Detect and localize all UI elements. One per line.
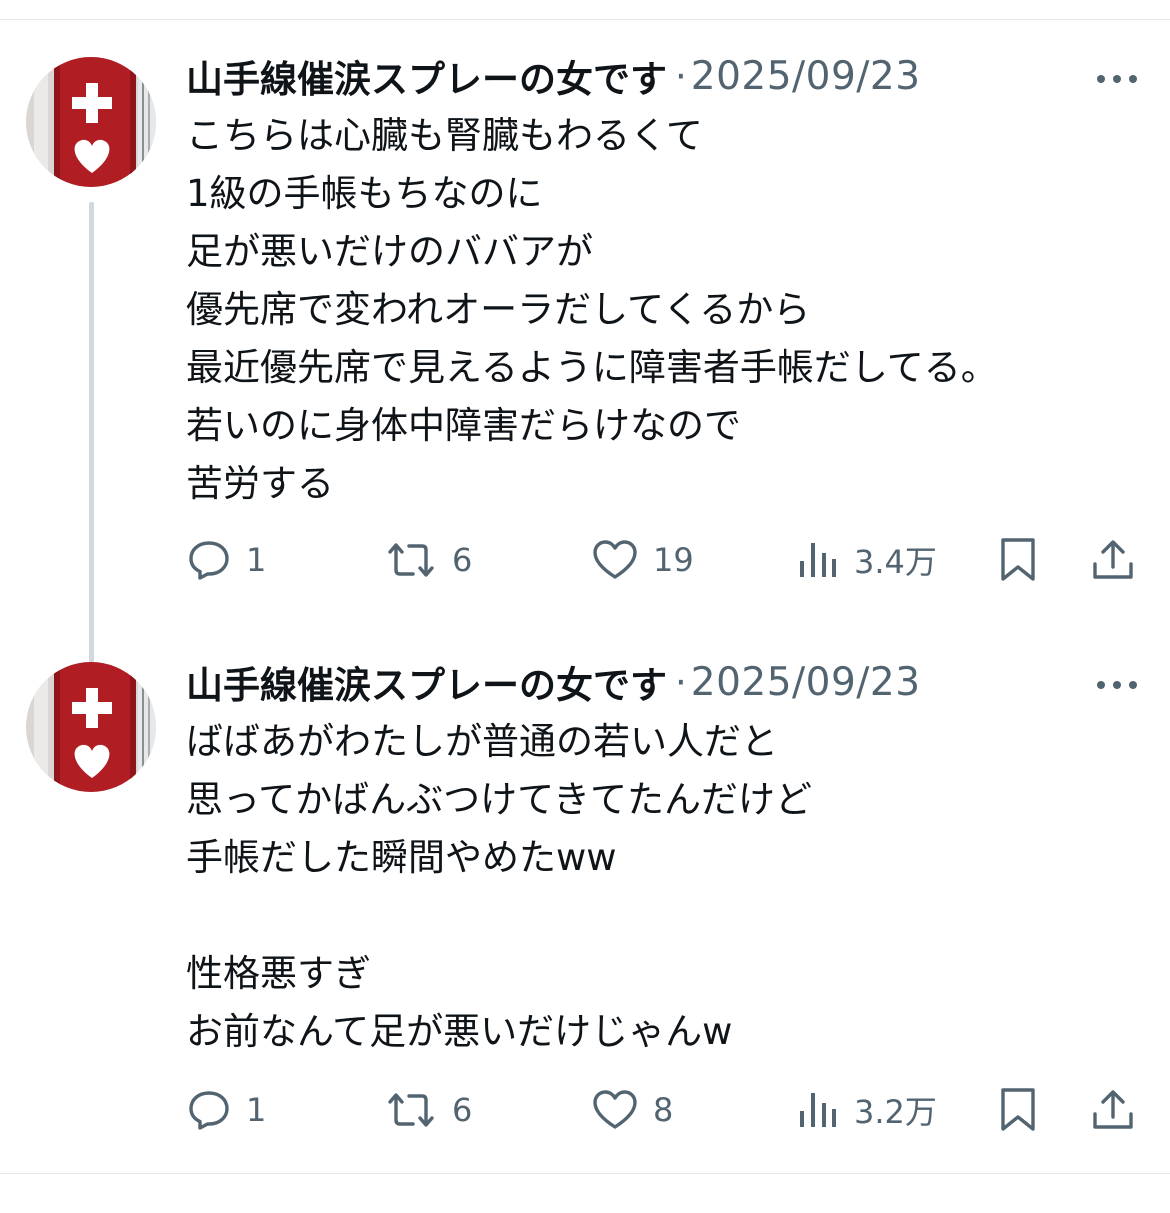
bookmark-button[interactable] <box>996 1080 1040 1140</box>
tweet-body-line: 手帳だした瞬間やめたww <box>186 836 617 879</box>
tweet-body-line: 優先席で変われオーラだしてくるから <box>186 288 811 331</box>
views-count: 3.4万 <box>854 543 937 581</box>
tweet-body-line: 若いのに身体中障害だらけなので <box>186 404 741 447</box>
header-separator: · <box>675 660 687 704</box>
tweet-body-line <box>186 887 1146 945</box>
tweet-date[interactable]: 2025/09/23 <box>691 54 921 99</box>
tweet-1[interactable]: 山手線催涙スプレーの女です · 2025/09/23 こちらは心臓も腎臓もわるく… <box>0 20 1170 670</box>
more-horizontal-icon <box>1097 681 1137 689</box>
help-mark-avatar-icon <box>26 57 156 187</box>
tweet-body-line: 1級の手帳もちなのに <box>186 172 543 215</box>
tweet-2[interactable]: 山手線催涙スプレーの女です · 2025/09/23 ばばあがわたしが普通の若い… <box>0 650 1170 1173</box>
tweet-body-line: 苦労する <box>186 462 334 505</box>
tweet-body: こちらは心臓も腎臓もわるくて 1級の手帳もちなのに 足が悪いだけのババアが 優先… <box>186 107 1146 513</box>
views-button[interactable]: 3.4万 <box>796 530 937 590</box>
tweet-body-line: 最近優先席で見えるように障害者手帳だしてる。 <box>186 346 998 389</box>
like-count: 8 <box>653 1091 674 1129</box>
share-icon <box>1089 536 1137 584</box>
bookmark-icon <box>996 1085 1040 1135</box>
more-options-button[interactable] <box>1096 70 1138 83</box>
bookmark-icon <box>996 535 1040 585</box>
repost-count: 6 <box>452 1091 473 1129</box>
author-avatar[interactable] <box>26 57 156 187</box>
more-options-button[interactable] <box>1096 676 1138 689</box>
like-count: 19 <box>653 541 694 579</box>
share-button[interactable] <box>1089 530 1137 590</box>
views-chart-icon <box>796 1087 840 1133</box>
author-name[interactable]: 山手線催涙スプレーの女です <box>186 655 667 709</box>
more-horizontal-icon <box>1097 75 1137 83</box>
tweet-body-line: 性格悪すぎ <box>186 952 371 995</box>
help-mark-avatar-icon <box>26 662 156 792</box>
tweet-body-line: こちらは心臓も腎臓もわるくて <box>186 114 703 157</box>
tweet-actions: 1 6 19 3.4万 <box>0 530 1170 590</box>
author-name[interactable]: 山手線催涙スプレーの女です <box>186 49 667 103</box>
share-icon <box>1089 1086 1137 1134</box>
tweet-body-line: 足が悪いだけのババアが <box>186 230 593 273</box>
like-button[interactable]: 19 <box>591 530 694 590</box>
repost-icon <box>384 537 438 583</box>
header-separator: · <box>675 54 687 98</box>
tweet-body-line: 思ってかばんぶつけてきてたんだけど <box>186 778 813 821</box>
heart-icon <box>591 1087 639 1133</box>
views-button[interactable]: 3.2万 <box>796 1080 937 1140</box>
bookmark-button[interactable] <box>996 530 1040 590</box>
reply-button[interactable]: 1 <box>186 1080 266 1140</box>
heart-icon <box>591 537 639 583</box>
reply-count: 1 <box>246 1091 267 1129</box>
views-count: 3.2万 <box>854 1093 937 1131</box>
repost-button[interactable]: 6 <box>384 530 472 590</box>
views-chart-icon <box>796 537 840 583</box>
reply-count: 1 <box>246 541 267 579</box>
author-avatar[interactable] <box>26 662 156 792</box>
reply-button[interactable]: 1 <box>186 530 266 590</box>
tweet-date[interactable]: 2025/09/23 <box>691 660 921 705</box>
tweet-body: ばばあがわたしが普通の若い人だと 思ってかばんぶつけてきてたんだけど 手帳だした… <box>186 713 1146 1061</box>
like-button[interactable]: 8 <box>591 1080 673 1140</box>
reply-bubble-icon <box>186 1087 232 1133</box>
repost-button[interactable]: 6 <box>384 1080 472 1140</box>
thread-connector-line <box>89 202 94 670</box>
tweet-actions: 1 6 8 3.2万 <box>0 1080 1170 1140</box>
bottom-divider <box>0 1173 1170 1174</box>
share-button[interactable] <box>1089 1080 1137 1140</box>
tweet-header: 山手線催涙スプレーの女です · 2025/09/23 <box>186 655 921 709</box>
tweet-header: 山手線催涙スプレーの女です · 2025/09/23 <box>186 49 921 103</box>
repost-count: 6 <box>452 541 473 579</box>
tweet-body-line: お前なんて足が悪いだけじゃんw <box>186 1010 733 1053</box>
tweet-body-line: ばばあがわたしが普通の若い人だと <box>186 720 778 763</box>
repost-icon <box>384 1087 438 1133</box>
reply-bubble-icon <box>186 537 232 583</box>
